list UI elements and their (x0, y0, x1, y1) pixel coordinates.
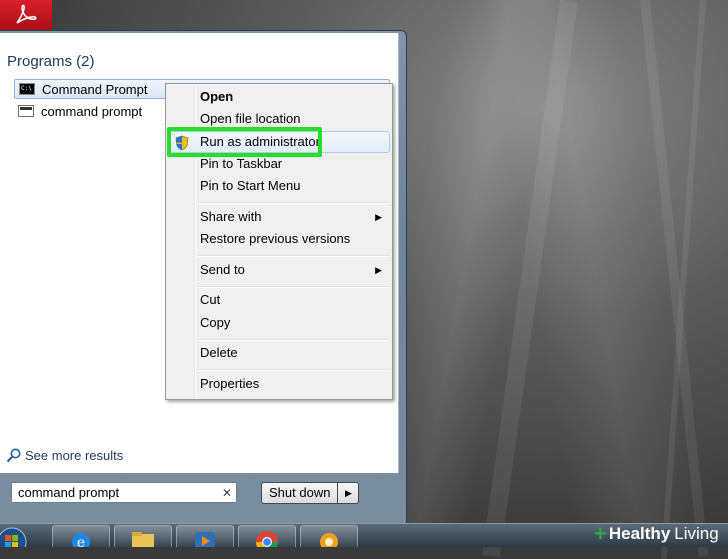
submenu-arrow-icon: ▶ (375, 265, 382, 275)
program-label: Command Prompt (42, 81, 148, 97)
menu-item-cut[interactable]: Cut (168, 289, 390, 311)
shutdown-button[interactable]: Shut down (261, 482, 339, 504)
see-more-results-link[interactable]: See more results (6, 447, 123, 463)
start-orb-icon[interactable] (0, 525, 38, 547)
svg-text:e: e (77, 535, 85, 547)
submenu-arrow-icon: ▶ (375, 212, 382, 222)
search-input-value: command prompt (18, 485, 120, 500)
menu-item-pin-to-start-menu[interactable]: Pin to Start Menu (168, 175, 390, 197)
menu-separator (198, 369, 389, 371)
game-icon[interactable] (300, 525, 358, 547)
see-more-label: See more results (25, 447, 124, 463)
shutdown-control: Shut down ▶ (261, 482, 360, 504)
watermark-logo: + Healthy Living (594, 521, 719, 546)
menu-item-label: Send to (200, 262, 245, 277)
watermark-word-1: Healthy (608, 523, 671, 543)
menu-separator (198, 202, 389, 204)
folder-icon[interactable] (114, 525, 172, 547)
clear-search-icon[interactable]: ✕ (218, 486, 236, 500)
programs-header: Programs (2) (7, 53, 95, 70)
watermark-word-2: Living (674, 523, 719, 543)
program-label: command prompt (41, 103, 143, 119)
chrome-icon[interactable] (238, 525, 296, 547)
menu-item-share-with[interactable]: Share with ▶ (168, 206, 390, 228)
command-prompt-icon (18, 105, 34, 117)
plus-icon: + (594, 520, 607, 546)
command-prompt-icon: C:\ (19, 83, 35, 95)
menu-item-open[interactable]: Open (168, 86, 390, 108)
menu-item-send-to[interactable]: Send to ▶ (168, 259, 390, 281)
internet-explorer-icon[interactable]: e (52, 525, 110, 547)
acrobat-icon[interactable] (0, 0, 52, 30)
menu-separator (198, 286, 389, 288)
menu-item-properties[interactable]: Properties (168, 373, 390, 395)
highlight-annotation (167, 127, 322, 157)
menu-item-label: Share with (200, 209, 262, 224)
menu-item-copy[interactable]: Copy (168, 312, 390, 334)
menu-item-restore-previous-versions[interactable]: Restore previous versions (168, 228, 390, 250)
search-icon (6, 448, 21, 463)
shutdown-options-arrow-icon[interactable]: ▶ (338, 482, 360, 504)
menu-item-delete[interactable]: Delete (168, 342, 390, 364)
media-player-icon[interactable] (176, 525, 234, 547)
menu-separator (198, 255, 389, 257)
search-input[interactable]: command prompt ✕ (11, 482, 237, 503)
menu-separator (198, 339, 389, 341)
